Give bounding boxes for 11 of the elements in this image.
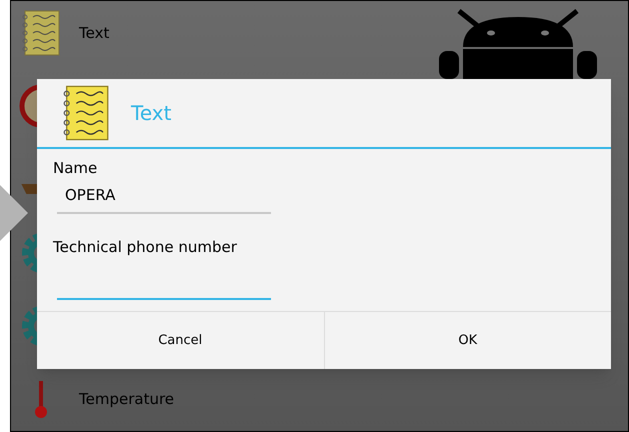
notepad-icon — [61, 84, 111, 142]
dialog-button[interactable]: Cancel — [37, 312, 324, 369]
notepad-icon — [21, 9, 61, 57]
dialog-button[interactable]: OK — [324, 312, 611, 369]
field-label: Name — [53, 158, 98, 179]
list-item-label: Text — [79, 22, 110, 44]
list-item-label: Temperature — [79, 388, 174, 410]
field-label: Technical phone number — [53, 236, 238, 258]
dialog-title: Text — [131, 100, 172, 127]
text-field[interactable]: OPERA — [57, 180, 271, 214]
chevron-icon — [0, 185, 28, 241]
